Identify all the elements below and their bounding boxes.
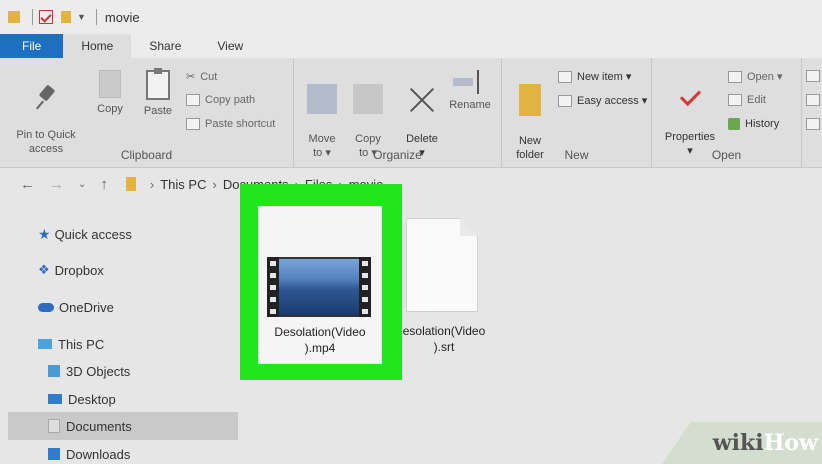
easy-access-button[interactable]: Easy access ▾	[558, 94, 647, 107]
film-strip	[359, 257, 371, 317]
breadcrumb-separator[interactable]: ›	[150, 177, 154, 192]
navigation-pane: ★ Quick access ❖ Dropbox OneDrive This P…	[0, 200, 238, 464]
copy-icon	[99, 70, 121, 98]
back-arrow-icon[interactable]: ←	[20, 176, 35, 193]
documents-icon	[48, 419, 60, 433]
forward-arrow-icon[interactable]: →	[49, 176, 64, 193]
star-icon: ★	[38, 225, 51, 242]
file-item-srt-name-line2[interactable]: ).srt	[398, 340, 490, 355]
customize-quick-access-dropdown[interactable]: ▼	[77, 12, 86, 22]
tab-home[interactable]: Home	[63, 34, 132, 58]
select-group-partial	[802, 58, 822, 168]
separator	[95, 9, 97, 25]
tab-file[interactable]: File	[0, 34, 64, 58]
nav-item-quick-access[interactable]: ★ Quick access	[8, 220, 238, 248]
scissors-icon: ✂	[186, 71, 196, 83]
recent-locations-chevron-icon[interactable]: ⌄	[78, 179, 86, 190]
desktop-icon	[48, 394, 62, 404]
document-file-icon[interactable]	[406, 218, 478, 312]
new-group-label: New	[564, 148, 589, 162]
clipboard-group-label: Clipboard	[120, 148, 173, 162]
nav-item-onedrive[interactable]: OneDrive	[8, 293, 238, 321]
nav-item-3d-objects[interactable]: 3D Objects	[8, 357, 238, 385]
copy-to-icon	[353, 84, 383, 114]
clipboard-icon	[146, 68, 170, 100]
properties-button[interactable]: Properties ▾	[660, 70, 720, 158]
edit-icon	[728, 94, 742, 106]
invert-selection-icon[interactable]	[806, 118, 820, 130]
window-title: movie	[104, 9, 140, 25]
copy-to-button[interactable]: Copy to ▾	[348, 70, 388, 160]
delete-button[interactable]: Delete ▾	[400, 70, 444, 160]
delete-icon	[407, 84, 437, 114]
ribbon-tabs: File Home Share View	[0, 34, 822, 58]
file-explorer-window: ▼ movie File Home Share View Pin to Quic…	[0, 0, 822, 464]
properties-icon	[676, 84, 704, 112]
rename-icon	[453, 70, 487, 94]
folder-icon	[8, 11, 20, 23]
cloud-icon	[38, 302, 54, 312]
file-name-line1: Desolation(Video	[274, 325, 366, 339]
nav-item-desktop[interactable]: Desktop	[8, 385, 238, 413]
new-item-icon	[558, 70, 572, 83]
new-group: New folder New item ▾ Easy access ▾ New	[502, 58, 652, 168]
copy-button[interactable]: Copy	[92, 70, 128, 116]
nav-item-dropbox[interactable]: ❖ Dropbox	[8, 256, 238, 284]
breadcrumb-separator[interactable]: ›	[212, 177, 216, 192]
cut-button[interactable]: ✂ Cut	[186, 70, 217, 84]
pin-to-quick-access-button[interactable]: Pin to Quick access	[10, 70, 82, 156]
copy-path-button[interactable]: Copy path	[186, 94, 255, 106]
up-arrow-icon[interactable]: ↑	[100, 176, 108, 193]
open-button[interactable]: Open ▾	[728, 70, 783, 83]
computer-icon	[38, 339, 52, 349]
nav-item-downloads[interactable]: Downloads	[8, 440, 238, 464]
easy-access-icon	[558, 94, 572, 107]
ribbon-home: Pin to Quick access Copy Paste ✂ Cut Cop…	[0, 58, 822, 168]
separator	[32, 9, 33, 25]
new-folder-icon	[519, 84, 541, 116]
pin-icon	[33, 84, 59, 110]
cube-icon	[48, 365, 60, 377]
paste-shortcut-icon	[186, 118, 200, 130]
nav-item-this-pc[interactable]: This PC	[8, 330, 238, 358]
history-icon	[728, 118, 740, 130]
file-item-mp4[interactable]: Desolation(Video ).mp4	[258, 206, 382, 364]
select-all-icon[interactable]	[806, 70, 820, 82]
clipboard-group: Pin to Quick access Copy Paste ✂ Cut Cop…	[0, 58, 294, 168]
tab-view[interactable]: View	[199, 34, 261, 58]
file-item-srt-name-line1[interactable]: esolation(Video	[398, 324, 490, 339]
new-folder-quick-icon[interactable]	[61, 11, 71, 23]
properties-quick-icon[interactable]	[39, 10, 53, 24]
move-to-button[interactable]: Move to ▾	[302, 70, 342, 160]
file-name-line2: ).mp4	[304, 341, 336, 355]
paste-shortcut-button[interactable]: Paste shortcut	[186, 118, 275, 130]
tab-share[interactable]: Share	[131, 34, 199, 58]
folder-icon	[125, 177, 136, 191]
open-group: Properties ▾ Open ▾ Edit History Open	[652, 58, 802, 168]
organize-group-label: Organize	[373, 148, 422, 162]
rename-button[interactable]: Rename	[444, 70, 496, 112]
video-file-icon	[267, 257, 371, 317]
new-item-button[interactable]: New item ▾	[558, 70, 631, 83]
copy-path-icon	[186, 94, 200, 106]
breadcrumb-this-pc[interactable]: This PC	[160, 177, 206, 192]
nav-item-documents[interactable]: Documents	[8, 412, 238, 440]
title-bar: ▼ movie	[0, 0, 822, 34]
download-icon	[48, 448, 60, 460]
paste-button[interactable]: Paste	[140, 68, 176, 118]
dropbox-icon: ❖	[38, 262, 50, 277]
address-bar: ← → ⌄ ↑ › This PC › Documents › Files › …	[0, 168, 822, 200]
move-to-icon	[307, 84, 337, 114]
open-group-label: Open	[711, 148, 742, 162]
organize-group: Move to ▾ Copy to ▾ Delete ▾ Rename Orga…	[294, 58, 502, 168]
select-none-icon[interactable]	[806, 94, 820, 106]
history-button[interactable]: History	[728, 118, 779, 130]
film-strip	[267, 257, 279, 317]
edit-button[interactable]: Edit	[728, 94, 766, 106]
video-thumbnail	[279, 259, 359, 315]
open-icon	[728, 70, 742, 83]
